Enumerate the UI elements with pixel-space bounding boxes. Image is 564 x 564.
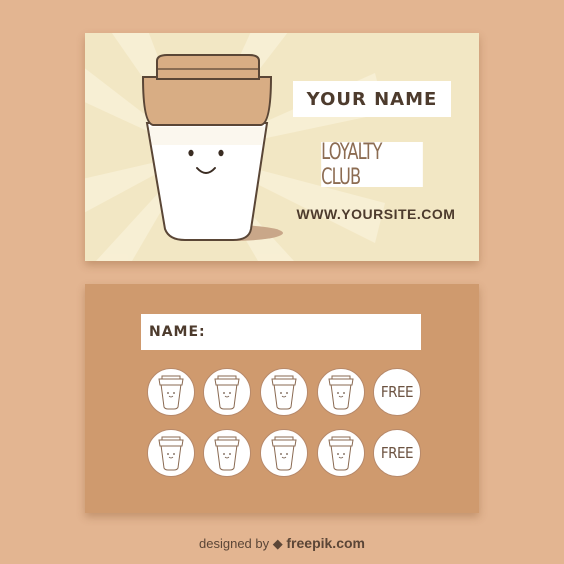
- loyalty-card-front: YOUR NAME LOYALTY CLUB WWW.YOURSITE.COM: [85, 33, 479, 261]
- cup-stamp: [260, 368, 308, 416]
- free-stamp: FREE: [373, 429, 421, 477]
- small-cup-icon: [158, 375, 184, 410]
- small-cup-icon: [328, 436, 354, 471]
- cup-stamp: [317, 368, 365, 416]
- credit-brand: freepik.com: [286, 535, 365, 551]
- cup-stamp: [203, 429, 251, 477]
- free-label: FREE: [380, 444, 414, 462]
- website-text: WWW.YOURSITE.COM: [296, 206, 456, 222]
- cup-stamp: [147, 368, 195, 416]
- small-cup-icon: [214, 375, 240, 410]
- cup-stamp: [317, 429, 365, 477]
- free-label: FREE: [380, 383, 414, 401]
- stamp-grid: FREE FREE: [85, 284, 479, 513]
- loyalty-club-box: LOYALTY CLUB: [321, 139, 423, 190]
- small-cup-icon: [158, 436, 184, 471]
- credit-line: designed by ◆ freepik.com: [0, 535, 564, 552]
- cup-stamp: [147, 429, 195, 477]
- cup-stamp: [203, 368, 251, 416]
- cup-stamp: [260, 429, 308, 477]
- credit-prefix: designed by: [199, 536, 270, 551]
- coffee-cup-illustration: [141, 54, 283, 241]
- small-cup-icon: [271, 436, 297, 471]
- loyalty-card-back: NAME: FREE FREE: [85, 284, 479, 513]
- loyalty-club-text: LOYALTY CLUB: [321, 139, 382, 190]
- small-cup-icon: [328, 375, 354, 410]
- freepik-logo-icon: ◆: [272, 536, 283, 551]
- free-stamp: FREE: [373, 368, 421, 416]
- small-cup-icon: [271, 375, 297, 410]
- name-box: YOUR NAME: [293, 81, 451, 117]
- small-cup-icon: [214, 436, 240, 471]
- your-name-text: YOUR NAME: [306, 88, 438, 110]
